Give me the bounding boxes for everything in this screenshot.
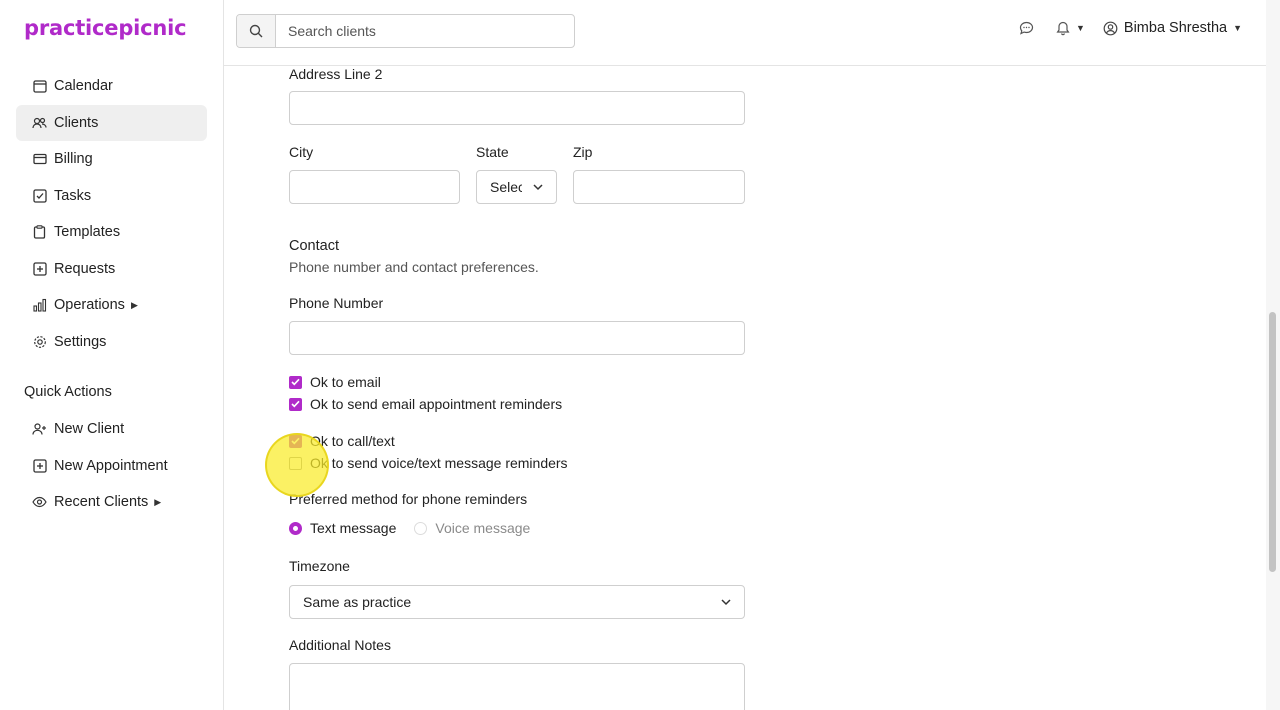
topbar: ▼ Bimba Shrestha ▼ <box>224 0 1266 66</box>
calendar-plus-icon <box>32 458 47 473</box>
sidebar-item-settings[interactable]: Settings <box>16 324 207 360</box>
user-name: Bimba Shrestha <box>1123 20 1228 36</box>
brand-logo[interactable]: practicepicnic <box>24 16 187 40</box>
state-select-value: Select <box>490 179 522 195</box>
radio-label-text-message: Text message <box>310 520 397 536</box>
click-highlight <box>265 433 329 497</box>
quick-actions-title: Quick Actions <box>24 384 112 400</box>
phone-label: Phone Number <box>289 295 384 311</box>
gear-icon <box>32 334 47 349</box>
contact-section-subtitle: Phone number and contact preferences. <box>289 259 539 275</box>
quick-action-new-appointment[interactable]: New Appointment <box>16 448 207 484</box>
search-button[interactable] <box>237 15 276 47</box>
bar-chart-icon <box>32 298 47 313</box>
sidebar-item-label: Templates <box>54 224 121 240</box>
caret-down-icon: ▼ <box>1075 23 1085 33</box>
quick-actions-nav: New Client New Appointment Recent Client… <box>16 411 207 521</box>
user-menu[interactable]: Bimba Shrestha ▼ <box>1103 20 1242 36</box>
quick-action-label: Recent Clients <box>54 494 149 510</box>
quick-action-recent-clients[interactable]: Recent Clients ▶ <box>16 484 207 520</box>
calendar-icon <box>32 79 47 94</box>
inbox-plus-icon <box>32 261 47 276</box>
ok-to-email-checkbox[interactable]: Ok to email <box>289 374 381 390</box>
sidebar-item-clients[interactable]: Clients <box>16 104 207 141</box>
zip-label: Zip <box>573 144 593 160</box>
checkbox-icon <box>32 188 47 203</box>
quick-action-label: New Client <box>54 421 125 437</box>
checkbox-label: Ok to send voice/text message reminders <box>310 455 568 471</box>
checkbox-label: Ok to email <box>310 374 381 390</box>
phone-input[interactable] <box>289 321 745 355</box>
chat-bubble-icon <box>1019 21 1034 35</box>
users-icon <box>32 115 47 130</box>
chevron-down-icon <box>721 599 731 606</box>
sidebar-item-label: Calendar <box>54 78 113 94</box>
sidebar-item-templates[interactable]: Templates <box>16 214 207 250</box>
search-icon <box>249 24 263 38</box>
address2-input[interactable] <box>289 91 745 125</box>
sidebar-item-label: Billing <box>54 151 93 167</box>
state-select[interactable]: Select <box>476 170 557 204</box>
topbar-actions: ▼ Bimba Shrestha ▼ <box>1019 20 1242 36</box>
checkbox-checked[interactable] <box>289 375 302 389</box>
quick-action-new-client[interactable]: New Client <box>16 411 207 447</box>
city-input[interactable] <box>289 170 460 204</box>
timezone-select[interactable]: Same as practice <box>289 585 745 619</box>
sidebar-item-requests[interactable]: Requests <box>16 251 207 287</box>
sidebar-item-tasks[interactable]: Tasks <box>16 178 207 214</box>
zip-input[interactable] <box>573 170 745 204</box>
timezone-select-value: Same as practice <box>303 594 412 610</box>
caret-right-icon: ▶ <box>130 299 138 310</box>
main-nav: Calendar Clients Billing Tasks Templates <box>16 68 207 360</box>
caret-down-icon: ▼ <box>1233 23 1242 33</box>
sidebar-item-label: Tasks <box>54 187 92 204</box>
address2-label: Address Line 2 <box>289 66 383 82</box>
notifications-button[interactable]: ▼ <box>1056 21 1085 36</box>
clipboard-icon <box>32 225 47 240</box>
state-label: State <box>476 144 509 160</box>
user-plus-icon <box>32 422 47 437</box>
scrollbar-thumb[interactable] <box>1269 312 1276 572</box>
phone-reminder-method-label: Preferred method for phone reminders <box>289 491 528 507</box>
sidebar-item-label: Requests <box>54 260 116 277</box>
caret-right-icon: ▶ <box>154 496 162 507</box>
sidebar-item-label: Clients <box>54 114 99 131</box>
contact-section-title: Contact <box>289 238 339 254</box>
eye-icon <box>32 495 47 510</box>
sidebar-item-label: Settings <box>54 333 107 350</box>
timezone-label: Timezone <box>289 558 350 574</box>
radio-voice-message[interactable] <box>414 521 428 535</box>
radio-label-voice-message: Voice message <box>435 520 531 536</box>
search-box <box>236 14 575 48</box>
checkbox-checked[interactable] <box>289 397 302 411</box>
notes-textarea[interactable] <box>289 663 745 710</box>
notes-label: Additional Notes <box>289 637 391 653</box>
quick-action-label: New Appointment <box>54 457 168 474</box>
sidebar-item-calendar[interactable]: Calendar <box>16 68 207 104</box>
sidebar-item-billing[interactable]: Billing <box>16 141 207 177</box>
radio-text-message[interactable] <box>289 521 302 535</box>
email-reminders-checkbox[interactable]: Ok to send email appointment reminders <box>289 396 562 412</box>
bell-icon <box>1056 21 1070 35</box>
chevron-down-icon <box>533 184 543 191</box>
sidebar: practicepicnic Calendar Clients Billing … <box>0 0 224 710</box>
sidebar-item-operations[interactable]: Operations ▶ <box>16 287 207 323</box>
city-label: City <box>289 144 314 160</box>
credit-card-icon <box>32 152 47 167</box>
search-input[interactable] <box>276 15 574 47</box>
checkbox-label: Ok to send email appointment reminders <box>310 396 563 412</box>
sidebar-item-label: Operations <box>54 297 125 313</box>
voice-text-reminders-checkbox[interactable]: Ok to send voice/text message reminders <box>289 455 568 471</box>
chat-button[interactable] <box>1019 21 1034 35</box>
user-circle-icon <box>1103 21 1118 35</box>
reminder-method-radio-group: Text message Voice message <box>289 520 530 536</box>
